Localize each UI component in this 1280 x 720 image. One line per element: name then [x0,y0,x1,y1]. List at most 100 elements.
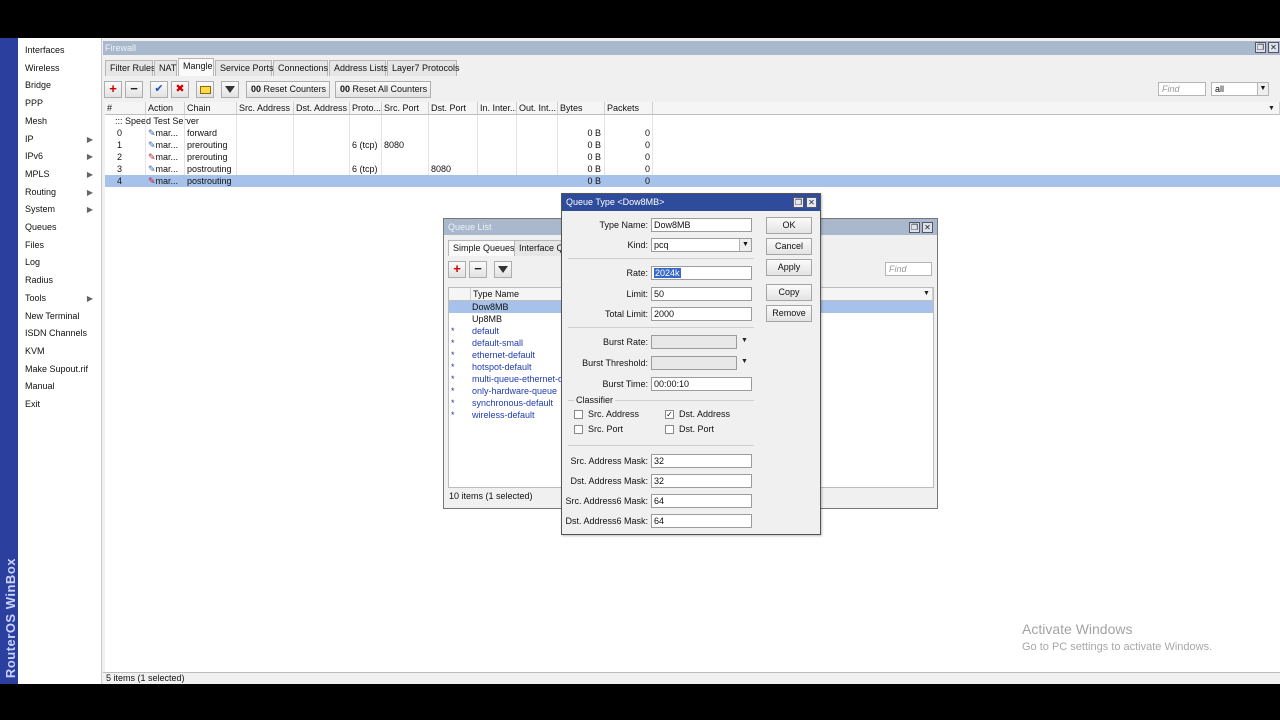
sidebar-item-wireless[interactable]: Wireless [25,60,101,77]
remove-queue-button[interactable]: − [469,261,487,278]
tab-service-ports[interactable]: Service Ports [215,60,274,76]
column-header[interactable]: Dst. Address [294,102,350,115]
dst-port-checkbox[interactable] [665,425,674,434]
table-row[interactable]: 4 ✎mar... postrouting 0 B 0 [105,175,1280,187]
sidebar-item-ip[interactable]: IP ▶ [25,131,101,148]
burst-rate-field[interactable] [651,335,737,349]
column-header[interactable]: Action [146,102,185,115]
src-address-mask-field[interactable]: 32 [651,454,752,468]
sidebar-item-make-supout-rif[interactable]: Make Supout.rif [25,361,101,378]
cell-bytes: 0 B [587,176,601,186]
sidebar-item-mpls[interactable]: MPLS ▶ [25,166,101,183]
src-address-checkbox[interactable] [574,410,583,419]
restore-icon[interactable]: ❐ [793,197,804,208]
column-header[interactable]: Src. Address [237,102,294,115]
queue-find-input[interactable]: Find [885,262,932,276]
find-input[interactable]: Find [1158,82,1206,96]
column-header[interactable]: In. Inter... [478,102,517,115]
table-row[interactable]: 1 ✎mar... prerouting 6 (tcp) 8080 0 B 0 [105,139,1280,151]
sidebar-item-bridge[interactable]: Bridge [25,77,101,94]
sidebar-item-radius[interactable]: Radius [25,272,101,289]
sidebar-item-exit[interactable]: Exit [25,396,101,413]
column-header[interactable]: Packets [605,102,653,115]
column-header[interactable]: Dst. Port [429,102,478,115]
type-name-field[interactable]: Dow8MB [651,218,752,232]
sidebar-item-mesh[interactable]: Mesh [25,113,101,130]
table-row[interactable]: 3 ✎mar... postrouting 6 (tcp) 8080 0 B 0 [105,163,1280,175]
filter-select[interactable]: all ▼ [1211,82,1269,96]
tab-address-lists[interactable]: Address Lists [329,60,388,76]
dropdown-arrow-icon[interactable]: ▼ [739,239,751,251]
cell-proto [350,175,352,187]
sidebar-item-ppp[interactable]: PPP [25,95,101,112]
column-header[interactable]: Out. Int... [517,102,558,115]
remove-button[interactable]: − [125,81,143,98]
add-button[interactable]: + [104,81,122,98]
filter-button[interactable] [221,81,239,98]
burst-time-field[interactable]: 00:00:10 [651,377,752,391]
dst-address6-mask-field[interactable]: 64 [651,514,752,528]
tab-interface-queues[interactable]: Interface Qu [514,240,562,256]
comment-button[interactable] [196,81,214,98]
reset-counters-button[interactable]: 00 Reset Counters [246,81,330,98]
sidebar-item-log[interactable]: Log [25,254,101,271]
column-menu-icon[interactable]: ▼ [1268,105,1275,112]
sidebar-item-system[interactable]: System ▶ [25,201,101,218]
column-header[interactable]: Src. Port [382,102,429,115]
close-icon[interactable]: ✕ [1268,42,1279,53]
dropdown-arrow-icon[interactable]: ▼ [741,358,748,365]
tab-layer7-protocols[interactable]: Layer7 Protocols [387,60,460,76]
sidebar-item-files[interactable]: Files [25,237,101,254]
kind-select[interactable]: pcq ▼ [651,238,752,252]
dropdown-arrow-icon[interactable]: ▼ [1257,83,1268,95]
column-menu-icon[interactable]: ▼ [923,290,930,297]
queue-type-title[interactable]: Queue Type <Dow8MB> [562,194,820,211]
restore-icon[interactable]: ❐ [909,222,920,233]
table-row[interactable]: 2 ✎mar... prerouting 0 B 0 [105,151,1280,163]
reset-all-counters-button[interactable]: 00 Reset All Counters [335,81,431,98]
column-header[interactable]: Bytes [558,102,605,115]
disable-button[interactable]: ✖ [171,81,189,98]
firewall-title[interactable]: Firewall [103,41,1280,55]
burst-threshold-field[interactable] [651,356,737,370]
sidebar-item-isdn-channels[interactable]: ISDN Channels [25,325,101,342]
sidebar-item-queues[interactable]: Queues [25,219,101,236]
tab-nat[interactable]: NAT [154,60,177,76]
sidebar-item-interfaces[interactable]: Interfaces [25,42,101,59]
sidebar-item-tools[interactable]: Tools ▶ [25,290,101,307]
total-limit-field[interactable]: 2000 [651,307,752,321]
dropdown-arrow-icon[interactable]: ▼ [741,337,748,344]
close-icon[interactable]: ✕ [922,222,933,233]
copy-button[interactable]: Copy [766,284,812,301]
sidebar-item-new-terminal[interactable]: New Terminal [25,308,101,325]
close-icon[interactable]: ✕ [806,197,817,208]
dst-address-mask-field[interactable]: 32 [651,474,752,488]
remove-button[interactable]: Remove [766,305,812,322]
queue-filter-button[interactable] [494,261,512,278]
table-row[interactable]: 0 ✎mar... forward 0 B 0 [105,127,1280,139]
sidebar-item-ipv6[interactable]: IPv6 ▶ [25,148,101,165]
rate-field[interactable]: 2024k [651,266,752,280]
cell-dst-port [429,127,431,139]
column-header[interactable]: Chain [185,102,237,115]
limit-field[interactable]: 50 [651,287,752,301]
tab-filter-rules[interactable]: Filter Rules [105,60,156,76]
tab-mangle[interactable]: Mangle [178,58,214,76]
sidebar-item-routing[interactable]: Routing ▶ [25,184,101,201]
enable-button[interactable]: ✔ [150,81,168,98]
ok-button[interactable]: OK [766,217,812,234]
sidebar-item-kvm[interactable]: KVM [25,343,101,360]
apply-button[interactable]: Apply [766,259,812,276]
column-divider [557,115,558,175]
dst-address-checkbox[interactable]: ✓ [665,410,674,419]
column-header[interactable]: Proto... [350,102,382,115]
column-header[interactable]: # [105,102,146,115]
cancel-button[interactable]: Cancel [766,238,812,255]
src-port-checkbox[interactable] [574,425,583,434]
add-queue-button[interactable]: + [448,261,466,278]
tab-connections[interactable]: Connections [273,60,328,76]
restore-icon[interactable]: ❐ [1255,42,1266,53]
src-address6-mask-field[interactable]: 64 [651,494,752,508]
tab-simple-queues[interactable]: Simple Queues [448,240,520,256]
sidebar-item-manual[interactable]: Manual [25,378,101,395]
